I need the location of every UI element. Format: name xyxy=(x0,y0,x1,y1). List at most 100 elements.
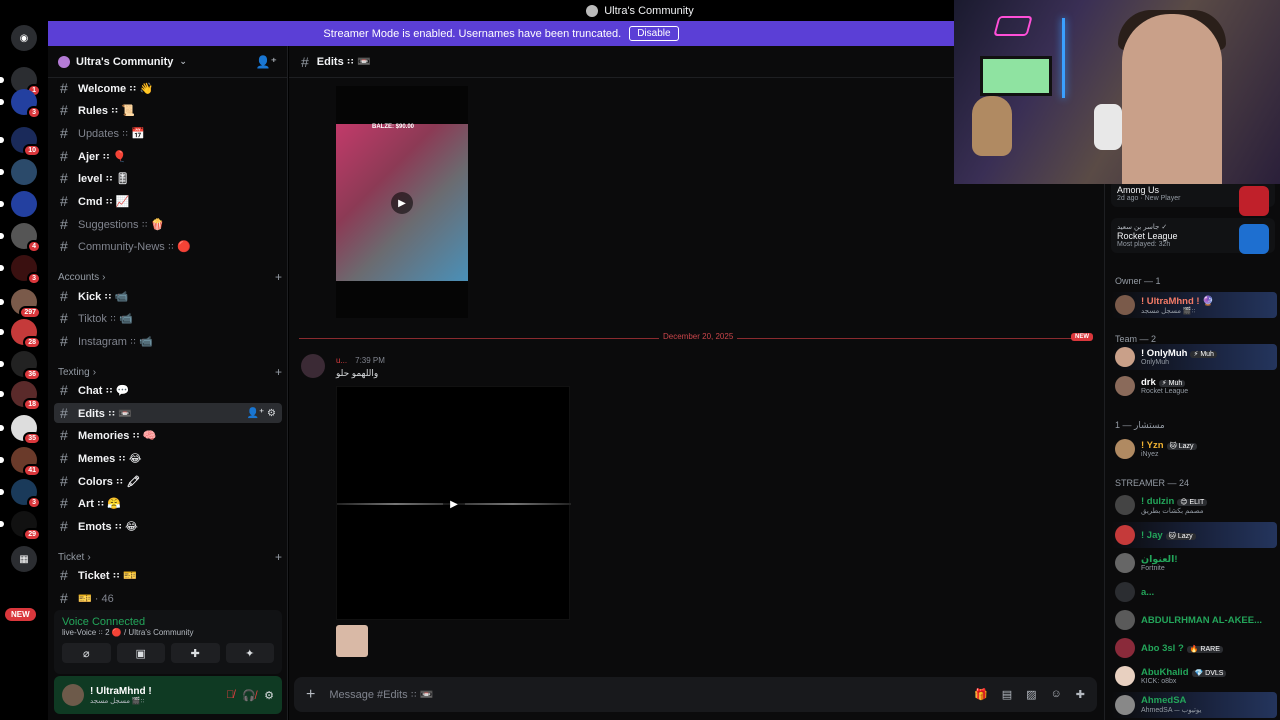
folder-icon[interactable]: ▦ xyxy=(11,546,37,572)
channel-item[interactable]: # Ticket ꞉꞉ 🎫 xyxy=(54,565,282,585)
member-name: ! Yzn 🐱 Lazy xyxy=(1141,440,1197,451)
member-tag-badge: ⚡ Muh xyxy=(1190,351,1217,358)
channel-item[interactable]: # Welcome ꞉꞉ 👋 xyxy=(54,78,282,98)
gif-icon[interactable]: ▤ xyxy=(1002,688,1012,701)
member-item[interactable]: ! Jay 🐱 Lazy xyxy=(1111,522,1277,548)
unread-indicator xyxy=(0,77,4,83)
server-icon[interactable]: 297 xyxy=(0,289,41,319)
channel-item[interactable]: # level ꞉꞉ 🎚 xyxy=(54,168,282,188)
member-item[interactable]: ! OnlyMuh ⚡ Muh OnlyMuh xyxy=(1111,344,1277,370)
discord-home-icon[interactable]: ◉ xyxy=(11,25,37,51)
channel-item[interactable]: # Art ꞉꞉ 😤 xyxy=(54,493,282,513)
channel-item[interactable]: # Colors ꞉꞉ 🖍 xyxy=(54,471,282,491)
channel-sidebar: Ultra's Community ⌄ 👤⁺ # Welcome ꞉꞉ 👋 # Rul… xyxy=(48,46,288,720)
channel-item[interactable]: # Rules ꞉꞉ 📜 xyxy=(54,100,282,120)
channel-item[interactable]: # Emots ꞉꞉ 😂 xyxy=(54,516,282,536)
member-item[interactable]: AbuKhalid 💎 DVLS KICK: o8bx xyxy=(1111,663,1277,689)
channel-item[interactable]: # Edits ꞉꞉ 📼 👤⁺ ⚙ xyxy=(54,403,282,423)
server-icon[interactable]: 3 xyxy=(0,89,41,119)
play-icon[interactable]: ▶ xyxy=(391,192,413,214)
user-avatar[interactable] xyxy=(62,684,84,706)
server-icon[interactable]: 18 xyxy=(0,381,41,411)
channel-label: 🎫 · 46 xyxy=(78,592,114,605)
activities-icon[interactable]: ✚ xyxy=(171,643,220,663)
channel-item[interactable]: # Chat ꞉꞉ 💬 xyxy=(54,380,282,400)
member-item[interactable]: ABDULRHMAN AL-AKEE... xyxy=(1111,607,1277,633)
message-input[interactable]: Message #Edits ꞉꞉ 📼 xyxy=(329,688,433,701)
deafen-icon[interactable]: 🎧̸ xyxy=(242,689,256,702)
channel-item[interactable]: # Community-News ꞉꞉ 🔴 xyxy=(54,236,282,256)
member-item[interactable]: ! UltraMhnd ! 🔮 مسجل مسجد 🎬꞉꞉ xyxy=(1111,292,1277,318)
server-icon[interactable] xyxy=(0,159,37,185)
channel-item[interactable]: # Suggestions ꞉꞉ 🍿 xyxy=(54,214,282,234)
attach-plus-icon[interactable]: + xyxy=(306,686,315,704)
activity-card[interactable]: جاسر بن سعيد ✓ Rocket League Most played: … xyxy=(1111,218,1275,254)
image-attachment[interactable] xyxy=(336,625,368,657)
hash-icon: # xyxy=(60,310,68,326)
server-icon[interactable]: 28 xyxy=(0,319,41,349)
hash-icon: # xyxy=(60,473,68,489)
create-channel-icon[interactable]: + xyxy=(275,550,282,564)
server-icon[interactable]: 3 xyxy=(0,255,41,285)
gift-icon[interactable]: 🎁 xyxy=(974,688,988,701)
member-item[interactable]: العنوان! Fortnite xyxy=(1111,550,1277,576)
member-item[interactable]: a... xyxy=(1111,579,1277,605)
member-item[interactable]: ! Yzn 🐱 Lazy iNyez xyxy=(1111,436,1277,462)
member-item[interactable]: AhmedSA AhmedSA ⏤ يوتيوب xyxy=(1111,692,1277,718)
channel-item[interactable]: # Kick ꞉꞉ 📹 xyxy=(54,286,282,306)
activity-card[interactable]: Among Us 2d ago · New Player xyxy=(1111,180,1275,216)
member-avatar xyxy=(1115,495,1135,515)
voice-channel-info[interactable]: live-Voice ꞉꞉ 2 🔴 / Ultra's Community xyxy=(62,628,274,637)
settings-gear-icon[interactable]: ⚙ xyxy=(264,689,274,702)
sticker-icon[interactable]: ▨ xyxy=(1026,688,1036,701)
message-author-avatar[interactable] xyxy=(301,354,325,378)
server-icon[interactable] xyxy=(0,191,37,217)
channel-item[interactable]: # 🎫 · 46 xyxy=(54,588,282,608)
channel-item[interactable]: # Memories ꞉꞉ 🧠 xyxy=(54,425,282,445)
member-avatar xyxy=(1115,638,1135,658)
chevron-icon: › xyxy=(87,551,91,563)
play-icon[interactable]: ▶ xyxy=(443,493,465,515)
server-icon[interactable]: 4 xyxy=(0,223,41,253)
invite-people-icon[interactable]: 👤⁺ xyxy=(256,55,277,69)
server-icon[interactable]: 36 xyxy=(0,351,41,381)
member-avatar xyxy=(1115,610,1135,630)
video-attachment-1[interactable]: BALZE: $90.00 ▶ xyxy=(336,86,468,318)
apps-icon[interactable]: ✚ xyxy=(1076,688,1085,701)
category-header[interactable]: Accounts › + xyxy=(58,270,282,284)
channel-item[interactable]: # Tiktok ꞉꞉ 📹 xyxy=(54,308,282,328)
server-icon[interactable]: 29 xyxy=(0,511,41,541)
channel-item[interactable]: # Ajer ꞉꞉ 🎈 xyxy=(54,146,282,166)
channel-settings-icon[interactable]: 👤⁺ ⚙ xyxy=(247,408,276,419)
streamer xyxy=(1122,14,1222,184)
server-icon[interactable]: 35 xyxy=(0,415,41,445)
member-item[interactable]: Abo 3sl ? 🔥 RARE xyxy=(1111,635,1277,661)
member-item[interactable]: drk ⚡ Muh Rocket League xyxy=(1111,373,1277,399)
channel-item[interactable]: # Updates ꞉꞉ 📅 xyxy=(54,123,282,143)
screen-share-icon[interactable]: ▣ xyxy=(116,643,165,663)
create-channel-icon[interactable]: + xyxy=(275,365,282,379)
channel-item[interactable]: # Memes ꞉꞉ 😂 xyxy=(54,448,282,468)
message-author[interactable]: u... xyxy=(336,356,347,365)
create-channel-icon[interactable]: + xyxy=(275,270,282,284)
category-header[interactable]: Texting › + xyxy=(58,365,282,379)
category-label: Texting xyxy=(58,366,90,378)
mention-badge: 35 xyxy=(23,432,41,445)
banner-text: Streamer Mode is enabled. Usernames have… xyxy=(323,27,622,40)
server-icon[interactable]: 10 xyxy=(0,127,41,157)
camera-off-icon[interactable]: ⌀ xyxy=(62,643,111,663)
category-header[interactable]: Ticket › + xyxy=(58,550,282,564)
server-icon[interactable]: 3 xyxy=(0,479,41,509)
server-icon[interactable]: 41 xyxy=(0,447,41,477)
member-name: AbuKhalid 💎 DVLS xyxy=(1141,667,1227,678)
member-item[interactable]: ! dulzin 😊 ELIT مصمم بكشات بطريق xyxy=(1111,492,1277,518)
disable-streamer-mode-button[interactable]: Disable xyxy=(629,26,679,41)
mute-mic-icon[interactable]: 🎙̸ xyxy=(226,689,234,702)
video-attachment-2[interactable]: ▶ xyxy=(336,386,571,620)
channel-item[interactable]: # Cmd ꞉꞉ 📈 xyxy=(54,191,282,211)
channel-item[interactable]: # Instagram ꞉꞉ 📹 xyxy=(54,331,282,351)
server-header[interactable]: Ultra's Community ⌄ 👤⁺ xyxy=(48,46,287,78)
soundboard-icon[interactable]: ✦ xyxy=(225,643,274,663)
neon-light xyxy=(1062,18,1065,98)
emoji-icon[interactable]: ☺ xyxy=(1051,688,1062,701)
